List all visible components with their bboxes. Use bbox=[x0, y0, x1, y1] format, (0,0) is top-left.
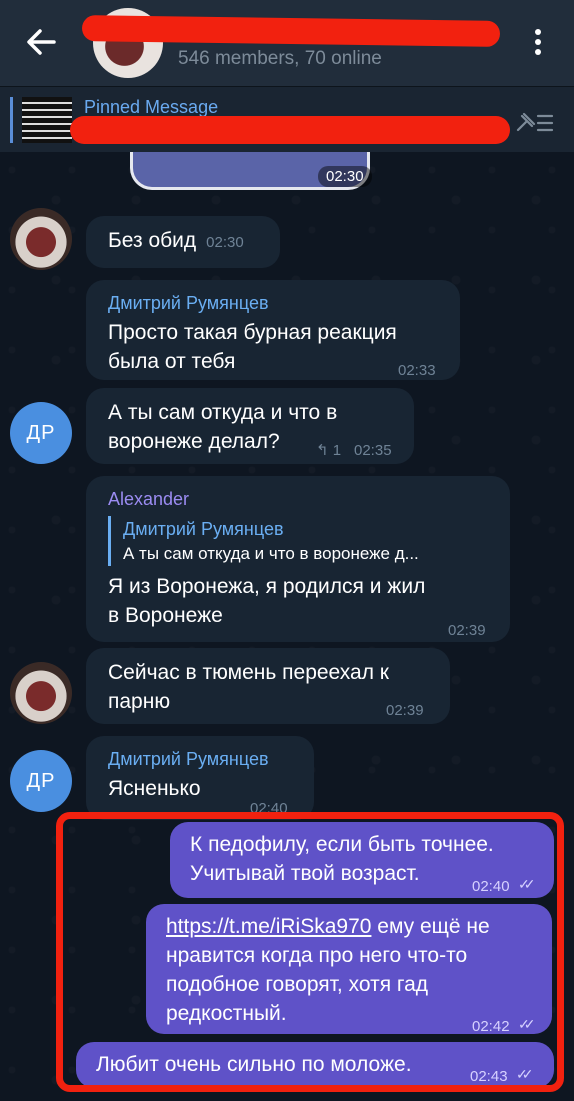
pinned-thumbnail bbox=[22, 97, 72, 143]
replies-count[interactable]: ↰ 1 bbox=[316, 436, 341, 465]
pinned-indicator bbox=[10, 97, 13, 143]
message-bubble[interactable]: Alexander Дмитрий Румянцев А ты сам отку… bbox=[86, 476, 510, 642]
message-bubble[interactable]: Без обид 02:30 bbox=[86, 216, 280, 268]
more-vertical-icon[interactable] bbox=[524, 24, 552, 60]
message-bubble[interactable]: Сейчас в тюмень переехал к парню 02:39 bbox=[86, 648, 450, 724]
reply-text: А ты сам откуда и что в воронеже д... bbox=[123, 544, 419, 563]
avatar[interactable]: ДР bbox=[10, 750, 72, 812]
message-text: Я из Воронежа, я родился и жил bbox=[108, 575, 426, 598]
message-time: 02:35 bbox=[354, 442, 392, 459]
avatar[interactable] bbox=[10, 662, 72, 724]
members-count: 546 members, 70 online bbox=[178, 48, 382, 69]
message-text: Сейчас в тюмень переехал к bbox=[108, 661, 389, 684]
avatar[interactable] bbox=[10, 208, 72, 270]
sender-name[interactable]: Дмитрий Румянцев bbox=[108, 290, 444, 316]
message-time: 02:39 bbox=[386, 702, 424, 719]
sender-name[interactable]: Дмитрий Румянцев bbox=[108, 746, 298, 772]
message-text: Без обид bbox=[108, 229, 197, 252]
reply-quote[interactable]: Дмитрий Румянцев А ты сам откуда и что в… bbox=[108, 516, 494, 566]
message-text: А ты сам откуда и что в bbox=[108, 401, 338, 424]
pinned-label: Pinned Message bbox=[84, 97, 219, 117]
sticker-time: 02:30 bbox=[318, 166, 372, 187]
message-text: Просто такая бурная реакция bbox=[108, 321, 397, 344]
sender-name[interactable]: Alexander bbox=[108, 486, 494, 512]
chat-header: 546 members, 70 online bbox=[0, 0, 574, 86]
message-text: была от тебя bbox=[108, 350, 236, 373]
message-text: в Воронеже bbox=[108, 604, 223, 627]
message-time: 02:30 bbox=[206, 234, 244, 251]
message-time: 02:33 bbox=[398, 362, 436, 379]
redacted-pinned-text bbox=[70, 116, 510, 144]
red-annotation-frame bbox=[56, 812, 564, 1092]
message-bubble[interactable]: Дмитрий Румянцев Просто такая бурная реа… bbox=[86, 280, 460, 380]
back-arrow-icon[interactable] bbox=[20, 22, 64, 62]
message-time: 02:39 bbox=[448, 622, 486, 639]
message-bubble[interactable]: Дмитрий Румянцев Ясненько 02:40 bbox=[86, 736, 314, 820]
message-text: воронеже делал? bbox=[108, 430, 280, 453]
avatar[interactable]: ДР bbox=[10, 402, 72, 464]
pinned-list-icon[interactable] bbox=[514, 110, 554, 136]
message-bubble[interactable]: А ты сам откуда и что в воронеже делал? … bbox=[86, 388, 414, 464]
reply-sender: Дмитрий Румянцев bbox=[123, 519, 284, 539]
